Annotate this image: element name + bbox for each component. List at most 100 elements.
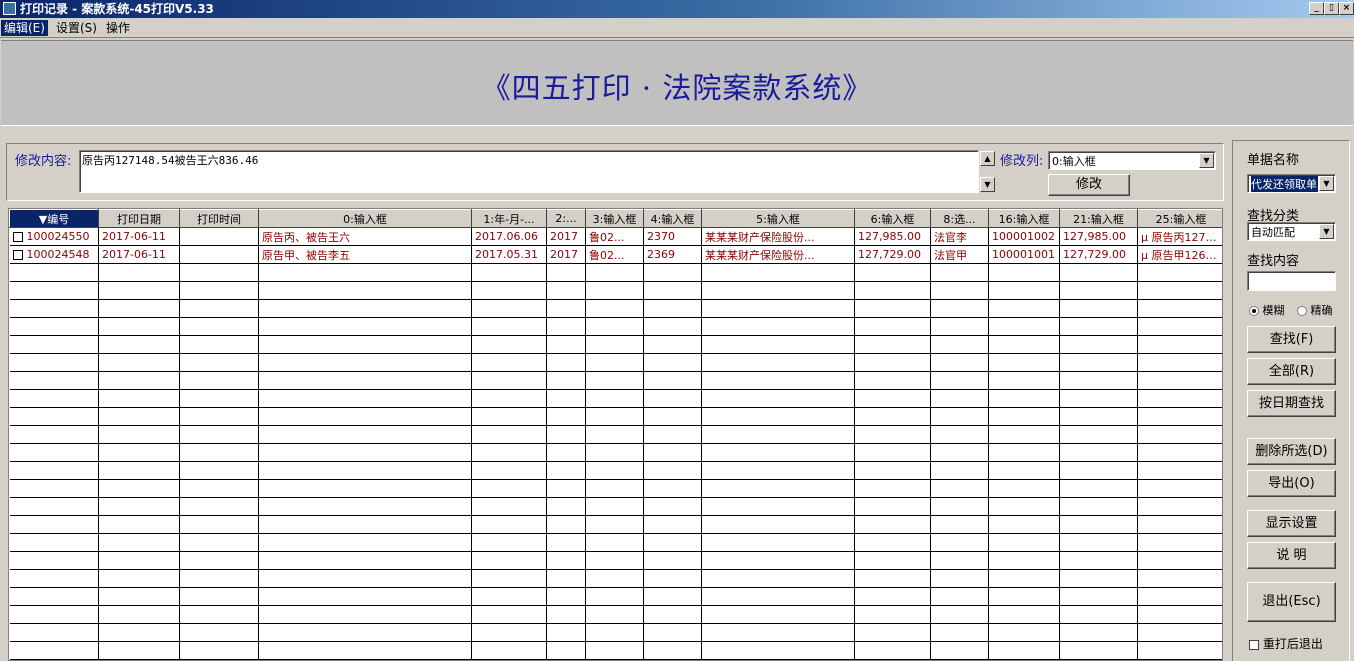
- table-cell[interactable]: 100001002: [988, 227, 1060, 246]
- table-cell[interactable]: μ 原告丙12714...: [1137, 227, 1222, 246]
- table-cell[interactable]: 法官李: [930, 227, 989, 246]
- row-checkbox[interactable]: [12, 250, 23, 260]
- table-cell[interactable]: 某某某财产保险股份...: [701, 227, 855, 246]
- col-header-16[interactable]: 16:输入框: [988, 209, 1060, 228]
- content-textarea[interactable]: 原告丙127148.54被告王六836.46: [79, 150, 979, 193]
- empty-cell: [1059, 443, 1138, 462]
- chevron-down-icon[interactable]: ▼: [1199, 153, 1214, 168]
- table-cell[interactable]: 2017: [546, 245, 586, 264]
- table-cell[interactable]: 100024550: [9, 227, 99, 246]
- menu-bar: 编辑(E) 设置(S) 操作: [0, 18, 1354, 38]
- table-cell[interactable]: 原告甲、被告李五: [258, 245, 472, 264]
- col-header-0[interactable]: 0:输入框: [258, 209, 472, 228]
- radio-exact-dot[interactable]: [1297, 306, 1307, 316]
- empty-cell: [179, 605, 259, 624]
- chevron-down-icon[interactable]: ▼: [1319, 176, 1334, 191]
- col-header-2[interactable]: 2:...: [546, 209, 586, 228]
- empty-cell: [585, 389, 644, 408]
- col-header-3[interactable]: 3:输入框: [585, 209, 644, 228]
- table-cell[interactable]: 2017-06-11: [98, 227, 180, 246]
- close-button[interactable]: ×: [1339, 2, 1354, 15]
- scroll-up-arrow[interactable]: ▲: [980, 151, 995, 166]
- empty-cell: [988, 443, 1060, 462]
- table-cell[interactable]: 127,985.00: [854, 227, 931, 246]
- empty-cell: [546, 569, 586, 588]
- table-cell[interactable]: 2370: [643, 227, 702, 246]
- export-button[interactable]: 导出(O): [1247, 470, 1336, 497]
- col-header-8[interactable]: 8:选...: [930, 209, 989, 228]
- table-cell[interactable]: 某某某财产保险股份...: [701, 245, 855, 264]
- category-select[interactable]: 自动匹配 ▼: [1247, 222, 1336, 241]
- empty-cell: [1059, 497, 1138, 516]
- radio-fuzzy-dot[interactable]: [1249, 306, 1259, 316]
- empty-cell: [585, 569, 644, 588]
- exit-button[interactable]: 退出(Esc): [1247, 582, 1336, 622]
- minimize-button[interactable]: _: [1309, 2, 1324, 15]
- modify-button[interactable]: 修改: [1048, 174, 1130, 196]
- find-by-date-button[interactable]: 按日期查找: [1247, 390, 1336, 417]
- empty-cell: [643, 461, 702, 480]
- table-cell[interactable]: 100024548: [9, 245, 99, 264]
- radio-exact[interactable]: 精确: [1297, 302, 1333, 318]
- col-header-5[interactable]: 5:输入框: [701, 209, 855, 228]
- table-cell[interactable]: 2017.06.06: [471, 227, 547, 246]
- radio-fuzzy[interactable]: 模糊: [1249, 302, 1285, 318]
- empty-cell: [471, 353, 547, 372]
- table-cell[interactable]: μ 原告甲12689...: [1137, 245, 1222, 264]
- table-row[interactable]: 100024548 2017-06-11 原告甲、被告李五 2017.05.31 201…: [9, 245, 1222, 264]
- col-header-6[interactable]: 6:输入框: [854, 209, 931, 228]
- column-select[interactable]: 0:输入框 ▼: [1048, 151, 1216, 170]
- table-cell[interactable]: 法官甲: [930, 245, 989, 264]
- table-cell[interactable]: [179, 227, 259, 246]
- empty-cell: [98, 281, 180, 300]
- find-button[interactable]: 查找(F): [1247, 326, 1336, 353]
- reprint-exit-option[interactable]: 重打后退出: [1249, 635, 1323, 652]
- empty-cell: [258, 317, 472, 336]
- doc-name-select[interactable]: 代发还领取单 ▼: [1247, 174, 1336, 193]
- table-cell[interactable]: [179, 245, 259, 264]
- search-input[interactable]: [1247, 271, 1336, 291]
- table-cell[interactable]: 127,729.00: [854, 245, 931, 264]
- delete-selected-button[interactable]: 删除所选(D): [1247, 438, 1336, 465]
- scroll-down-arrow[interactable]: ▼: [980, 177, 995, 192]
- menu-edit[interactable]: 编辑(E): [1, 20, 48, 36]
- col-header-25[interactable]: 25:输入框: [1137, 209, 1222, 228]
- show-all-button[interactable]: 全部(R): [1247, 358, 1336, 385]
- menu-settings[interactable]: 设置(S): [53, 20, 100, 36]
- table-row[interactable]: 100024550 2017-06-11 原告丙、被告王六 2017.06.06 201…: [9, 227, 1222, 246]
- col-header-print-date[interactable]: 打印日期: [98, 209, 180, 228]
- table-cell[interactable]: 鲁02...: [585, 245, 644, 264]
- empty-cell: [643, 443, 702, 462]
- table-cell[interactable]: 2017.05.31: [471, 245, 547, 264]
- table-cell[interactable]: 鲁02...: [585, 227, 644, 246]
- col-header-print-time[interactable]: 打印时间: [179, 209, 259, 228]
- table-cell[interactable]: 2017: [546, 227, 586, 246]
- col-header-4[interactable]: 4:输入框: [643, 209, 702, 228]
- col-header-1[interactable]: 1:年-月-...: [471, 209, 547, 228]
- empty-cell: [98, 479, 180, 498]
- empty-cell: [98, 407, 180, 426]
- table-cell[interactable]: 2369: [643, 245, 702, 264]
- chevron-down-icon[interactable]: ▼: [1319, 224, 1334, 239]
- banner-title: 《四五打印 · 法院案款系统》: [481, 71, 873, 105]
- display-settings-button[interactable]: 显示设置: [1247, 510, 1336, 537]
- table-cell[interactable]: 原告丙、被告王六: [258, 227, 472, 246]
- empty-cell: [854, 425, 931, 444]
- table-cell[interactable]: 127,729.00: [1059, 245, 1138, 264]
- restore-button[interactable]: ▯: [1324, 2, 1339, 15]
- empty-cell: [988, 623, 1060, 642]
- empty-cell: [546, 389, 586, 408]
- menu-operate[interactable]: 操作: [103, 20, 133, 36]
- empty-cell: [585, 443, 644, 462]
- col-header-21[interactable]: 21:输入框: [1059, 209, 1138, 228]
- empty-cell: [854, 371, 931, 390]
- row-checkbox[interactable]: [12, 232, 23, 242]
- help-button[interactable]: 说 明: [1247, 542, 1336, 569]
- empty-cell: [179, 623, 259, 642]
- table-cell[interactable]: 127,985.00: [1059, 227, 1138, 246]
- reprint-exit-checkbox[interactable]: [1249, 639, 1259, 650]
- col-header-id[interactable]: ▼编号: [9, 209, 99, 228]
- table-cell[interactable]: 2017-06-11: [98, 245, 180, 264]
- table-cell[interactable]: 100001001: [988, 245, 1060, 264]
- empty-cell: [471, 587, 547, 606]
